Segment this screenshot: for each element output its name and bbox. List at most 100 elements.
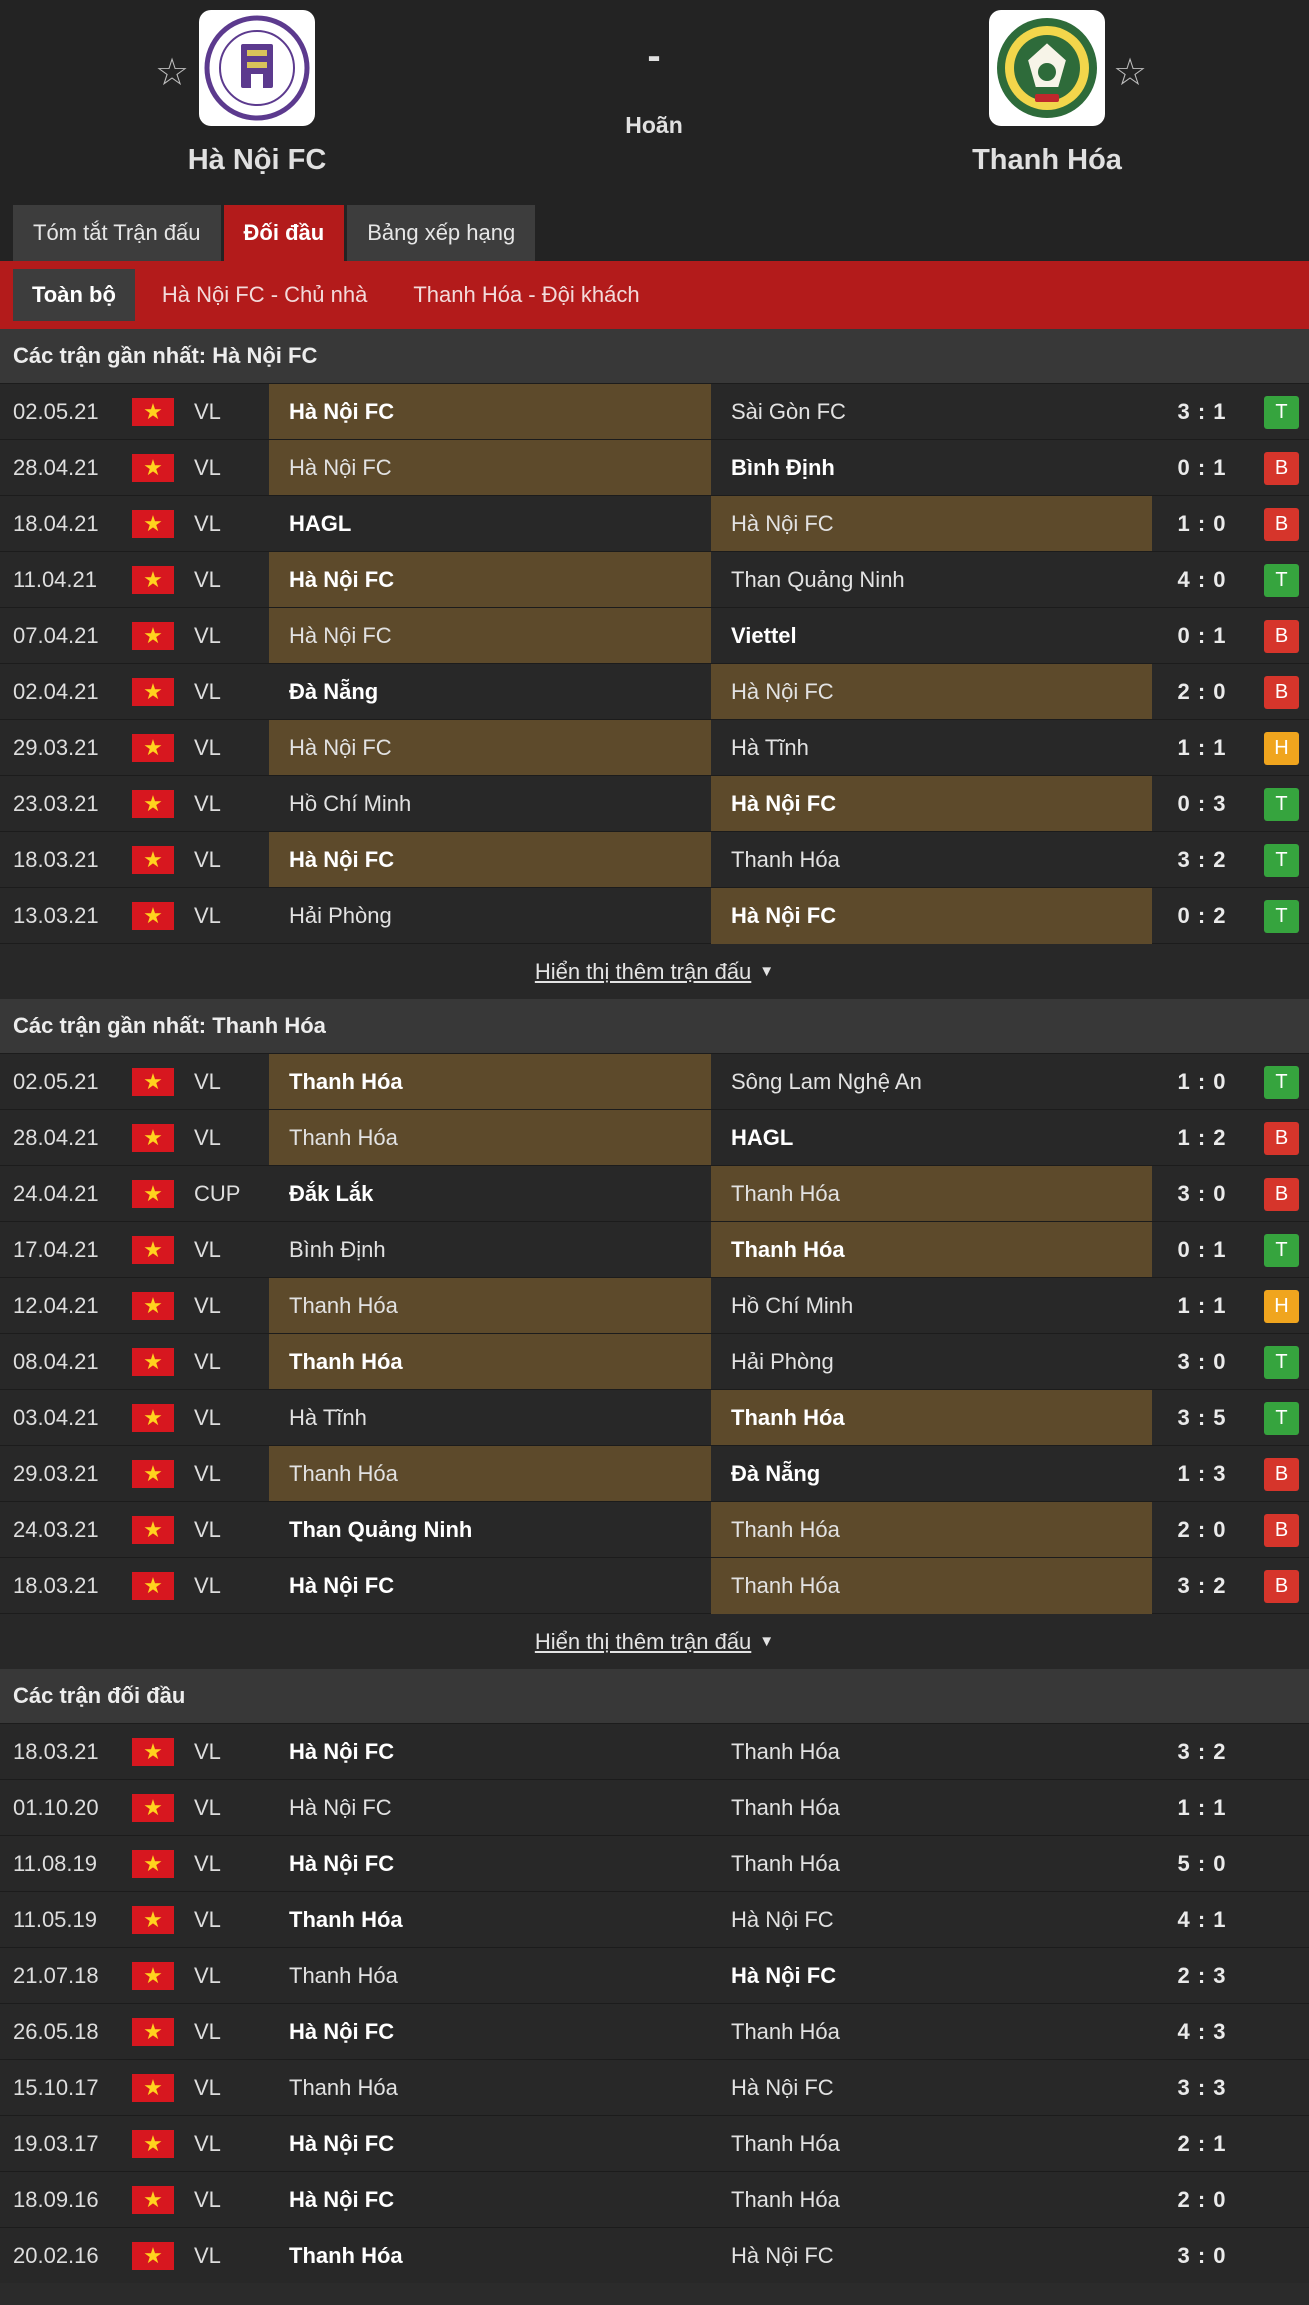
- away-team-cell: Viettel: [731, 623, 797, 648]
- score-cell: 1 : 0: [1177, 511, 1227, 536]
- home-team-block[interactable]: Hà Nội FC: [77, 10, 437, 177]
- match-row[interactable]: 01.10.20 ★ VL Hà Nội FC Thanh Hóa 1 : 1: [0, 1779, 1309, 1835]
- match-score: -: [647, 34, 661, 78]
- match-row[interactable]: 29.03.21 ★ VL Hà Nội FC Hà Tĩnh 1 : 1 H: [0, 719, 1309, 776]
- match-row[interactable]: 28.04.21 ★ VL Hà Nội FC Bình Định 0 : 1 B: [0, 439, 1309, 496]
- match-row[interactable]: 11.08.19 ★ VL Hà Nội FC Thanh Hóa 5 : 0: [0, 1835, 1309, 1891]
- match-row[interactable]: 11.04.21 ★ VL Hà Nội FC Than Quảng Ninh 4 : 0…: [0, 551, 1309, 608]
- away-team-cell: Sông Lam Nghệ An: [731, 1069, 922, 1094]
- match-row[interactable]: 18.03.21 ★ VL Hà Nội FC Thanh Hóa 3 : 2 B: [0, 1557, 1309, 1614]
- match-date: 28.04.21: [13, 455, 99, 480]
- match-row[interactable]: 24.03.21 ★ VL Than Quảng Ninh Thanh Hóa 2 : 0…: [0, 1501, 1309, 1558]
- result-badge: B: [1264, 508, 1299, 541]
- competition-label: VL: [194, 1405, 221, 1430]
- match-date: 21.07.18: [13, 1963, 99, 1988]
- result-badge: T: [1264, 900, 1299, 933]
- tab-summary[interactable]: Tóm tắt Trận đấu: [13, 205, 221, 261]
- competition-label: VL: [194, 399, 221, 424]
- match-row[interactable]: 18.03.21 ★ VL Hà Nội FC Thanh Hóa 3 : 2 T: [0, 831, 1309, 888]
- subtab-away[interactable]: Thanh Hóa - Đội khách: [394, 269, 658, 321]
- match-date: 13.03.21: [13, 903, 99, 928]
- home-team-cell: Đắk Lắk: [289, 1181, 374, 1206]
- match-row[interactable]: 24.04.21 ★ CUP Đắk Lắk Thanh Hóa 3 : 0 B: [0, 1165, 1309, 1222]
- match-row[interactable]: 29.03.21 ★ VL Thanh Hóa Đà Nẵng 1 : 3 B: [0, 1445, 1309, 1502]
- result-badge: B: [1264, 1122, 1299, 1155]
- show-more-link[interactable]: Hiển thị thêm trận đấu ▼: [0, 1613, 1309, 1669]
- home-team-cell: Thanh Hóa: [289, 1963, 398, 1988]
- match-row[interactable]: 26.05.18 ★ VL Hà Nội FC Thanh Hóa 4 : 3: [0, 2003, 1309, 2059]
- vietnam-flag-icon: ★: [132, 2004, 176, 2060]
- score-cell: 1 : 3: [1177, 1461, 1227, 1486]
- competition-label: VL: [194, 1125, 221, 1150]
- match-row[interactable]: 15.10.17 ★ VL Thanh Hóa Hà Nội FC 3 : 3: [0, 2059, 1309, 2115]
- match-date: 19.03.17: [13, 2131, 99, 2156]
- match-row[interactable]: 13.03.21 ★ VL Hải Phòng Hà Nội FC 0 : 2 T: [0, 887, 1309, 944]
- vietnam-flag-icon: ★: [132, 552, 176, 608]
- match-row[interactable]: 03.04.21 ★ VL Hà Tĩnh Thanh Hóa 3 : 5 T: [0, 1389, 1309, 1446]
- subtab-home[interactable]: Hà Nội FC - Chủ nhà: [143, 269, 386, 321]
- score-cell: 1 : 1: [1177, 1293, 1227, 1318]
- away-team-name: Thanh Hóa: [972, 144, 1122, 176]
- match-row[interactable]: 28.04.21 ★ VL Thanh Hóa HAGL 1 : 2 B: [0, 1109, 1309, 1166]
- match-row[interactable]: 18.03.21 ★ VL Hà Nội FC Thanh Hóa 3 : 2: [0, 1723, 1309, 1779]
- subtab-all[interactable]: Toàn bộ: [13, 269, 135, 321]
- home-team-name: Hà Nội FC: [187, 144, 327, 176]
- score-cell: 0 : 2: [1177, 903, 1227, 928]
- away-team-cell: Thanh Hóa: [711, 1390, 1152, 1446]
- match-row[interactable]: 18.04.21 ★ VL HAGL Hà Nội FC 1 : 0 B: [0, 495, 1309, 552]
- home-team-cell: Hà Nội FC: [269, 720, 711, 776]
- match-row[interactable]: 08.04.21 ★ VL Thanh Hóa Hải Phòng 3 : 0 T: [0, 1333, 1309, 1390]
- away-team-cell: Hải Phòng: [731, 1349, 834, 1374]
- match-sections: Các trận gần nhất: Hà Nội FC 02.05.21 ★ VL H…: [0, 329, 1309, 2283]
- home-team-cell: Hà Nội FC: [269, 384, 711, 440]
- match-date: 11.05.19: [13, 1907, 98, 1932]
- result-badge: B: [1264, 676, 1299, 709]
- match-row[interactable]: 02.05.21 ★ VL Thanh Hóa Sông Lam Nghệ An 1 : …: [0, 1053, 1309, 1110]
- competition-label: VL: [194, 1461, 221, 1486]
- vietnam-flag-icon: ★: [132, 2172, 176, 2228]
- match-date: 18.09.16: [13, 2187, 99, 2212]
- score-cell: 3 : 0: [1177, 2243, 1227, 2268]
- match-date: 12.04.21: [13, 1293, 99, 1318]
- section-title: Các trận gần nhất: Hà Nội FC: [0, 329, 1309, 383]
- score-cell: 4 : 3: [1177, 2019, 1227, 2044]
- competition-label: VL: [194, 679, 221, 704]
- match-row[interactable]: 11.05.19 ★ VL Thanh Hóa Hà Nội FC 4 : 1: [0, 1891, 1309, 1947]
- away-team-cell: Hồ Chí Minh: [731, 1293, 854, 1318]
- away-team-cell: Hà Nội FC: [711, 496, 1152, 552]
- match-row[interactable]: 07.04.21 ★ VL Hà Nội FC Viettel 0 : 1 B: [0, 607, 1309, 664]
- match-status: Hoãn: [625, 112, 683, 138]
- result-badge: B: [1264, 1458, 1299, 1491]
- match-row[interactable]: 21.07.18 ★ VL Thanh Hóa Hà Nội FC 2 : 3: [0, 1947, 1309, 2003]
- match-row[interactable]: 20.02.16 ★ VL Thanh Hóa Hà Nội FC 3 : 0: [0, 2227, 1309, 2283]
- match-row[interactable]: 17.04.21 ★ VL Bình Định Thanh Hóa 0 : 1 T: [0, 1221, 1309, 1278]
- star-icon[interactable]: ☆: [1113, 50, 1147, 95]
- score-cell: 3 : 0: [1177, 1181, 1227, 1206]
- tab-head-to-head[interactable]: Đối đầu: [223, 205, 345, 261]
- match-row[interactable]: 12.04.21 ★ VL Thanh Hóa Hồ Chí Minh 1 : 1 H: [0, 1277, 1309, 1334]
- vietnam-flag-icon: ★: [132, 1724, 176, 1780]
- match-date: 23.03.21: [13, 791, 99, 816]
- score-cell: 4 : 1: [1177, 1907, 1227, 1932]
- competition-label: VL: [194, 1963, 221, 1988]
- match-row[interactable]: 19.03.17 ★ VL Hà Nội FC Thanh Hóa 2 : 1: [0, 2115, 1309, 2171]
- tab-standings[interactable]: Bảng xếp hạng: [347, 205, 536, 261]
- home-team-cell: Thanh Hóa: [269, 1110, 711, 1166]
- home-team-cell: Thanh Hóa: [269, 1278, 711, 1334]
- result-badge: T: [1264, 396, 1299, 429]
- show-more-link[interactable]: Hiển thị thêm trận đấu ▼: [0, 943, 1309, 999]
- score-cell: 3 : 2: [1177, 1739, 1227, 1764]
- results-section: Các trận đối đầu 18.03.21 ★ VL Hà Nội FC Than…: [0, 1669, 1309, 2283]
- thanh-hoa-logo: [989, 10, 1105, 126]
- away-team-cell: Thanh Hóa: [731, 1739, 840, 1764]
- match-row[interactable]: 02.05.21 ★ VL Hà Nội FC Sài Gòn FC 3 : 1 T: [0, 383, 1309, 440]
- match-row[interactable]: 18.09.16 ★ VL Hà Nội FC Thanh Hóa 2 : 0: [0, 2171, 1309, 2227]
- home-team-cell: Hà Nội FC: [289, 2187, 395, 2212]
- match-row[interactable]: 23.03.21 ★ VL Hồ Chí Minh Hà Nội FC 0 : 3 T: [0, 775, 1309, 832]
- away-team-block[interactable]: Thanh Hóa: [867, 10, 1227, 177]
- away-team-cell: Than Quảng Ninh: [731, 567, 905, 592]
- results-section: Các trận gần nhất: Hà Nội FC 02.05.21 ★ VL H…: [0, 329, 1309, 999]
- away-team-cell: Hà Nội FC: [711, 888, 1152, 944]
- match-date: 28.04.21: [13, 1125, 99, 1150]
- match-row[interactable]: 02.04.21 ★ VL Đà Nẵng Hà Nội FC 2 : 0 B: [0, 663, 1309, 720]
